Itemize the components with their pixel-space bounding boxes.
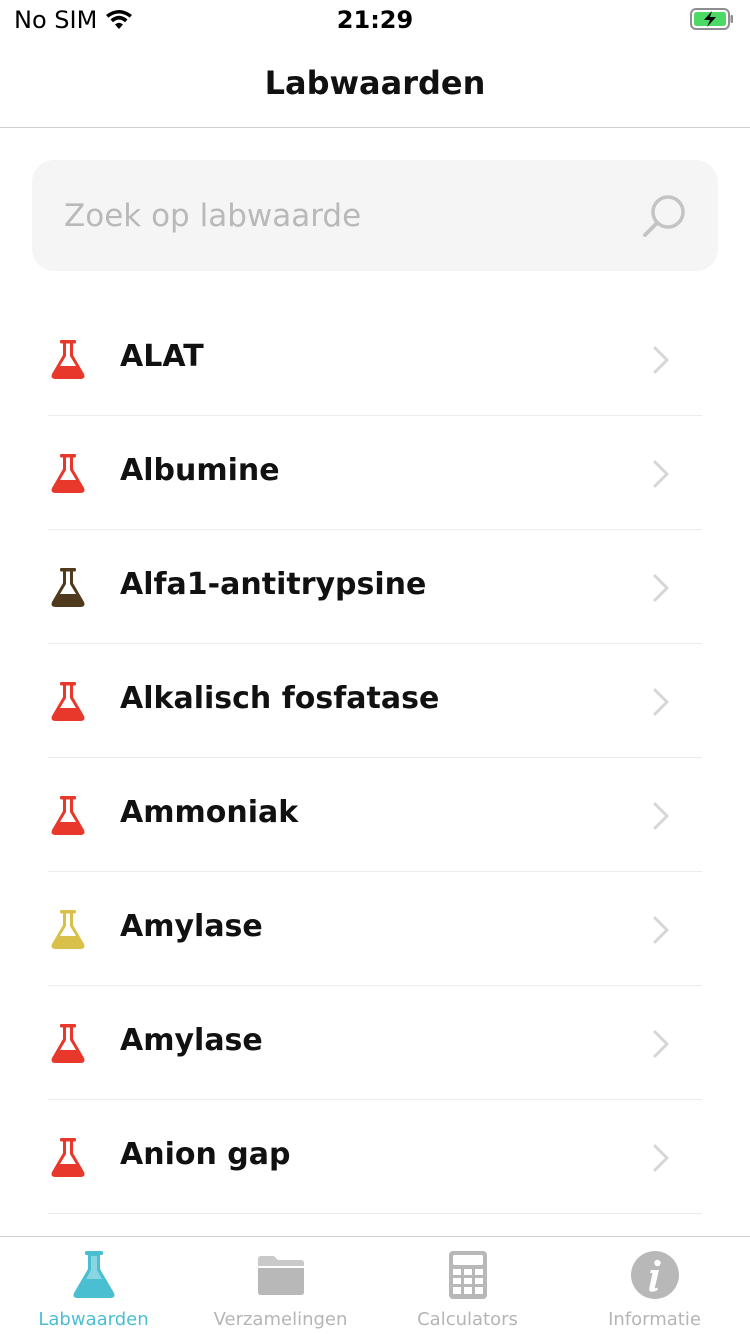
divider xyxy=(48,1213,702,1214)
list-item-label: Albumine xyxy=(120,453,280,488)
list-item[interactable]: Alfa1-antitrypsine xyxy=(0,530,750,644)
list-item-label: Alfa1-antitrypsine xyxy=(120,567,427,602)
flask-icon xyxy=(73,1251,114,1298)
tab-labwaarden[interactable]: Labwaarden xyxy=(0,1237,187,1334)
search-icon[interactable] xyxy=(640,192,688,240)
tab-label: Verzamelingen xyxy=(213,1309,348,1330)
list-item-label: ALAT xyxy=(120,339,204,374)
battery-charging-icon xyxy=(690,8,733,30)
search-box[interactable] xyxy=(32,160,718,271)
tab-label: Labwaarden xyxy=(38,1309,149,1330)
chevron-right-icon xyxy=(653,460,669,488)
info-icon xyxy=(630,1251,679,1299)
chevron-right-icon xyxy=(653,1144,669,1172)
chevron-right-icon xyxy=(653,688,669,716)
tab-bar: Labwaarden Verzamelingen Calculators Inf… xyxy=(0,1236,750,1334)
folder-icon xyxy=(257,1256,304,1295)
list-item-label: Alkalisch fosfatase xyxy=(120,681,440,716)
tab-informatie[interactable]: Informatie xyxy=(561,1237,748,1334)
flask-icon xyxy=(51,454,85,493)
chevron-right-icon xyxy=(653,802,669,830)
search-input[interactable] xyxy=(64,160,624,271)
flask-icon xyxy=(51,796,85,835)
page-title: Labwaarden xyxy=(264,64,486,102)
tab-label: Informatie xyxy=(608,1309,701,1330)
flask-icon xyxy=(51,340,85,379)
list-item[interactable]: Anion gap xyxy=(0,1100,750,1214)
list-item-label: Ammoniak xyxy=(120,795,299,830)
flask-icon xyxy=(51,682,85,721)
list-item-label: Amylase xyxy=(120,1023,263,1058)
tab-calculators[interactable]: Calculators xyxy=(374,1237,561,1334)
list-item[interactable]: ALAT xyxy=(0,302,750,416)
chevron-right-icon xyxy=(653,916,669,944)
flask-icon xyxy=(51,1024,85,1063)
list-item[interactable]: Albumine xyxy=(0,416,750,530)
list-item-label: Anion gap xyxy=(120,1137,291,1172)
list-item[interactable]: Amylase xyxy=(0,872,750,986)
chevron-right-icon xyxy=(653,1030,669,1058)
list-item[interactable]: Amylase xyxy=(0,986,750,1100)
list-item[interactable]: Ammoniak xyxy=(0,758,750,872)
tab-label: Calculators xyxy=(417,1309,518,1330)
status-time: 21:29 xyxy=(336,6,414,34)
status-bar: No SIM 21:29 xyxy=(0,0,750,42)
calculator-icon xyxy=(448,1251,487,1299)
flask-icon xyxy=(51,910,85,949)
flask-icon xyxy=(51,568,85,607)
list-item[interactable]: Alkalisch fosfatase xyxy=(0,644,750,758)
labwaarden-list: ALAT Albumine Alfa1-antitrypsine Alkalisch … xyxy=(0,302,750,1214)
navigation-bar: Labwaarden xyxy=(0,42,750,128)
chevron-right-icon xyxy=(653,574,669,602)
chevron-right-icon xyxy=(653,346,669,374)
flask-icon xyxy=(51,1138,85,1177)
list-item-label: Amylase xyxy=(120,909,263,944)
tab-verzamelingen[interactable]: Verzamelingen xyxy=(187,1237,374,1334)
